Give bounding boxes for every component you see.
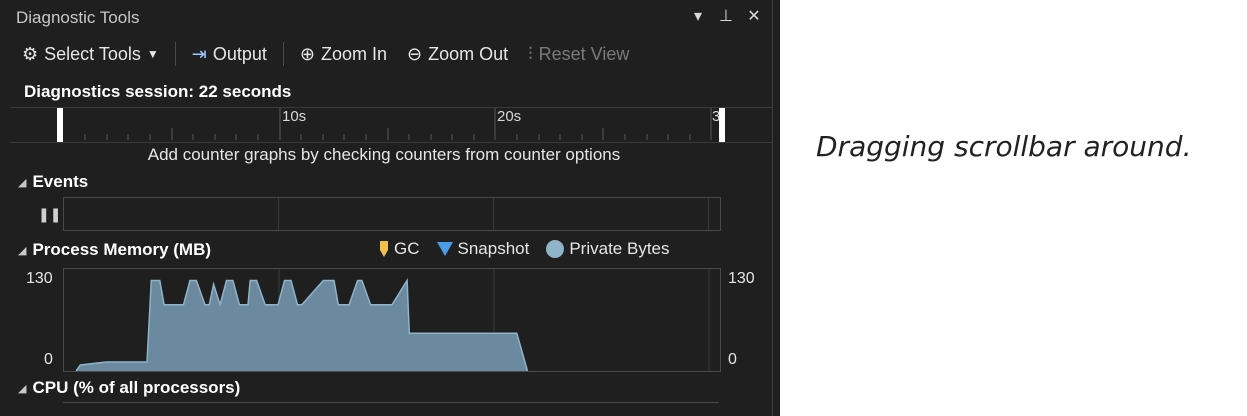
ruler-left-handle[interactable]	[57, 108, 63, 142]
pause-icon[interactable]: ❚❚	[38, 206, 61, 223]
zoom-in-icon: ⊕	[299, 43, 315, 64]
toolbar-separator	[174, 42, 176, 66]
close-icon[interactable]: ✕	[746, 6, 762, 26]
output-icon: ⇥	[191, 43, 207, 64]
snapshot-marker-icon	[436, 242, 453, 256]
private-bytes-marker-icon	[546, 240, 565, 258]
panel-title-bar: Diagnostic Tools ▾ ⊥ ✕	[0, 0, 772, 36]
counter-hint-text: Add counter graphs by checking counters …	[0, 145, 780, 165]
legend-private-bytes-label: Private Bytes	[569, 239, 670, 258]
dropdown-arrow-icon[interactable]: ▾	[690, 6, 706, 26]
panel-title: Diagnostic Tools	[16, 8, 140, 27]
reset-view-icon: ⫶	[528, 43, 533, 64]
legend-private-bytes: Private Bytes	[545, 239, 670, 259]
events-title: Events	[32, 172, 89, 191]
chevron-down-icon: ▼	[146, 47, 159, 61]
select-tools-button[interactable]: ⚙ Select Tools ▼	[16, 42, 165, 67]
pin-icon[interactable]: ⊥	[718, 6, 734, 26]
zoom-in-label: Zoom In	[321, 43, 388, 64]
memory-legend: GC Snapshot Private Bytes	[378, 239, 670, 259]
ruler-ticks	[84, 108, 712, 140]
y-axis-min-right: 0	[728, 351, 737, 368]
cpu-title: CPU (% of all processors)	[32, 378, 241, 397]
output-label: Output	[212, 43, 267, 64]
legend-gc-label: GC	[394, 239, 420, 258]
zoom-out-button[interactable]: ⊖ Zoom Out	[401, 42, 514, 67]
reset-view-label: Reset View	[538, 43, 630, 64]
memory-section-header[interactable]: ◢ Process Memory (MB)	[18, 240, 211, 260]
zoom-in-button[interactable]: ⊕ Zoom In	[294, 42, 393, 67]
session-duration: Diagnostics session: 22 seconds	[24, 82, 292, 101]
zoom-out-label: Zoom Out	[428, 43, 509, 64]
collapse-triangle-icon: ◢	[18, 244, 27, 257]
y-axis-max-right: 130	[728, 270, 755, 287]
timeline-ruler[interactable]: 10s 20s 3	[10, 107, 772, 143]
collapse-triangle-icon: ◢	[18, 382, 27, 395]
vertical-scrollbar[interactable]	[772, 0, 780, 416]
private-bytes-area	[76, 280, 528, 371]
title-bar-icons: ▾ ⊥ ✕	[690, 6, 762, 26]
select-tools-label: Select Tools	[44, 43, 141, 64]
ruler-tick-label: 20s	[497, 108, 522, 125]
collapse-triangle-icon: ◢	[18, 176, 27, 189]
cpu-chart-top-border	[63, 402, 719, 403]
output-button[interactable]: ⇥ Output	[186, 42, 273, 67]
events-section-header[interactable]: ◢ Events	[18, 172, 88, 192]
toolbar-separator	[282, 42, 284, 66]
memory-chart[interactable]	[63, 268, 721, 372]
gear-icon: ⚙	[22, 43, 39, 64]
legend-snapshot: Snapshot	[436, 239, 530, 259]
ruler-right-handle[interactable]	[719, 108, 725, 142]
events-track[interactable]	[63, 197, 721, 231]
cpu-section-header[interactable]: ◢ CPU (% of all processors)	[18, 378, 240, 398]
y-axis-max-left: 130	[26, 270, 53, 287]
y-axis-min-left: 0	[44, 351, 53, 368]
counter-hint-label: Add counter graphs by checking counters …	[147, 145, 621, 164]
caption-text: Dragging scrollbar around.	[816, 130, 1192, 163]
diagnostic-tools-panel: Diagnostic Tools ▾ ⊥ ✕ ⚙ Select Tools ▼ …	[0, 0, 780, 416]
toolbar: ⚙ Select Tools ▼ ⇥ Output ⊕ Zoom In ⊖ Zo…	[16, 38, 635, 70]
gc-marker-icon	[380, 241, 388, 257]
reset-view-button[interactable]: ⫶ Reset View	[522, 42, 635, 67]
memory-area-chart	[75, 269, 710, 372]
memory-title: Process Memory (MB)	[32, 240, 212, 259]
ruler-tick-label: 10s	[282, 108, 307, 125]
legend-snapshot-label: Snapshot	[457, 239, 530, 258]
legend-gc: GC	[378, 239, 420, 259]
zoom-out-icon: ⊖	[407, 43, 423, 64]
